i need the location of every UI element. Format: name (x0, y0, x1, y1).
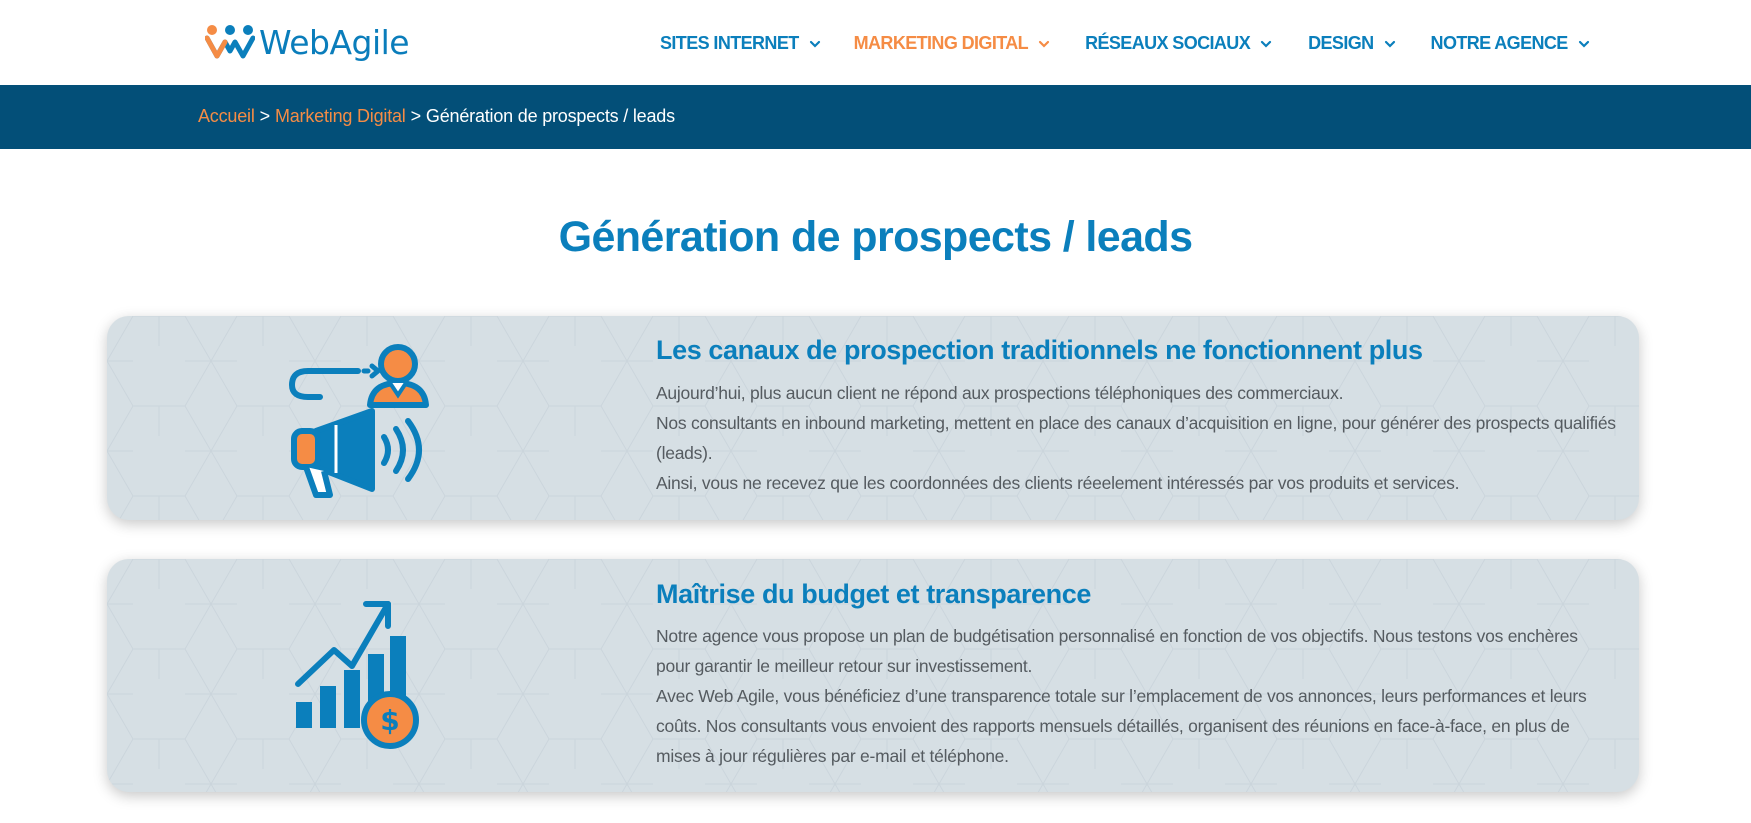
breadcrumb-bar: Accueil > Marketing Digital > Génération de … (0, 85, 1751, 149)
megaphone-prospect-icon (288, 344, 429, 498)
growth-budget-icon: $ (295, 601, 419, 749)
nav-item-label: DESIGN (1308, 33, 1374, 53)
main-nav: SITES INTERNET MARKETING DIGITAL RÉSEAUX… (660, 33, 1590, 54)
page-title: Génération de prospects / leads (558, 213, 1193, 261)
logo[interactable]: WebAgile (205, 20, 410, 64)
breadcrumb-separator: > (410, 106, 422, 126)
chevron-down-icon (1578, 40, 1589, 48)
chevron-down-icon (1261, 40, 1272, 48)
chevron-down-icon (1038, 40, 1050, 48)
breadcrumb-home-link[interactable]: Accueil (198, 106, 255, 126)
nav-item-marketing-digital[interactable]: MARKETING DIGITAL (854, 33, 1050, 54)
chevron-down-icon (1384, 40, 1395, 48)
card-title: Les canaux de prospection traditionnels … (656, 335, 1423, 365)
card-title: Maîtrise du budget et transparence (656, 579, 1091, 609)
logo-icon (205, 25, 255, 59)
card-paragraph: Aujourd’hui, plus aucun client ne répond… (656, 383, 1344, 403)
breadcrumb-section-link[interactable]: Marketing Digital (275, 106, 406, 126)
card-paragraph: Ainsi, vous ne recevez que les coordonné… (656, 473, 1460, 493)
feature-card: $ Maîtrise du budget et transparence Not… (107, 559, 1639, 792)
feature-card: Les canaux de prospection traditionnels … (107, 316, 1639, 520)
nav-item-notre-agence[interactable]: NOTRE AGENCE (1431, 33, 1590, 54)
card-paragraph: Nos consultants en inbound marketing, me… (656, 413, 1616, 463)
nav-item-label: MARKETING DIGITAL (853, 33, 1029, 53)
card-paragraph: Notre agence vous propose un plan de bud… (656, 626, 1578, 676)
nav-item-reseaux-sociaux[interactable]: RÉSEAUX SOCIAUX (1085, 33, 1272, 54)
breadcrumb: Accueil > Marketing Digital > Génération de … (198, 106, 675, 127)
nav-item-label: NOTRE AGENCE (1430, 33, 1569, 53)
card-paragraph: Avec Web Agile, vous bénéficiez d’une tr… (656, 686, 1587, 766)
nav-item-label: SITES INTERNET (660, 33, 799, 53)
card-body: Notre agence vous propose un plan de bud… (656, 621, 1616, 771)
nav-item-design[interactable]: DESIGN (1308, 33, 1395, 54)
chevron-down-icon (809, 40, 820, 48)
svg-text:$: $ (380, 704, 399, 737)
nav-item-label: RÉSEAUX SOCIAUX (1085, 33, 1251, 53)
nav-item-sites-internet[interactable]: SITES INTERNET (660, 33, 821, 54)
card-body: Aujourd’hui, plus aucun client ne répond… (656, 378, 1616, 498)
logo-wordmark: WebAgile (259, 22, 410, 62)
site-header: WebAgile SITES INTERNET MARKETING DIGITA… (0, 0, 1751, 85)
breadcrumb-current: Génération de prospects / leads (425, 106, 675, 126)
breadcrumb-separator: > (259, 106, 271, 126)
